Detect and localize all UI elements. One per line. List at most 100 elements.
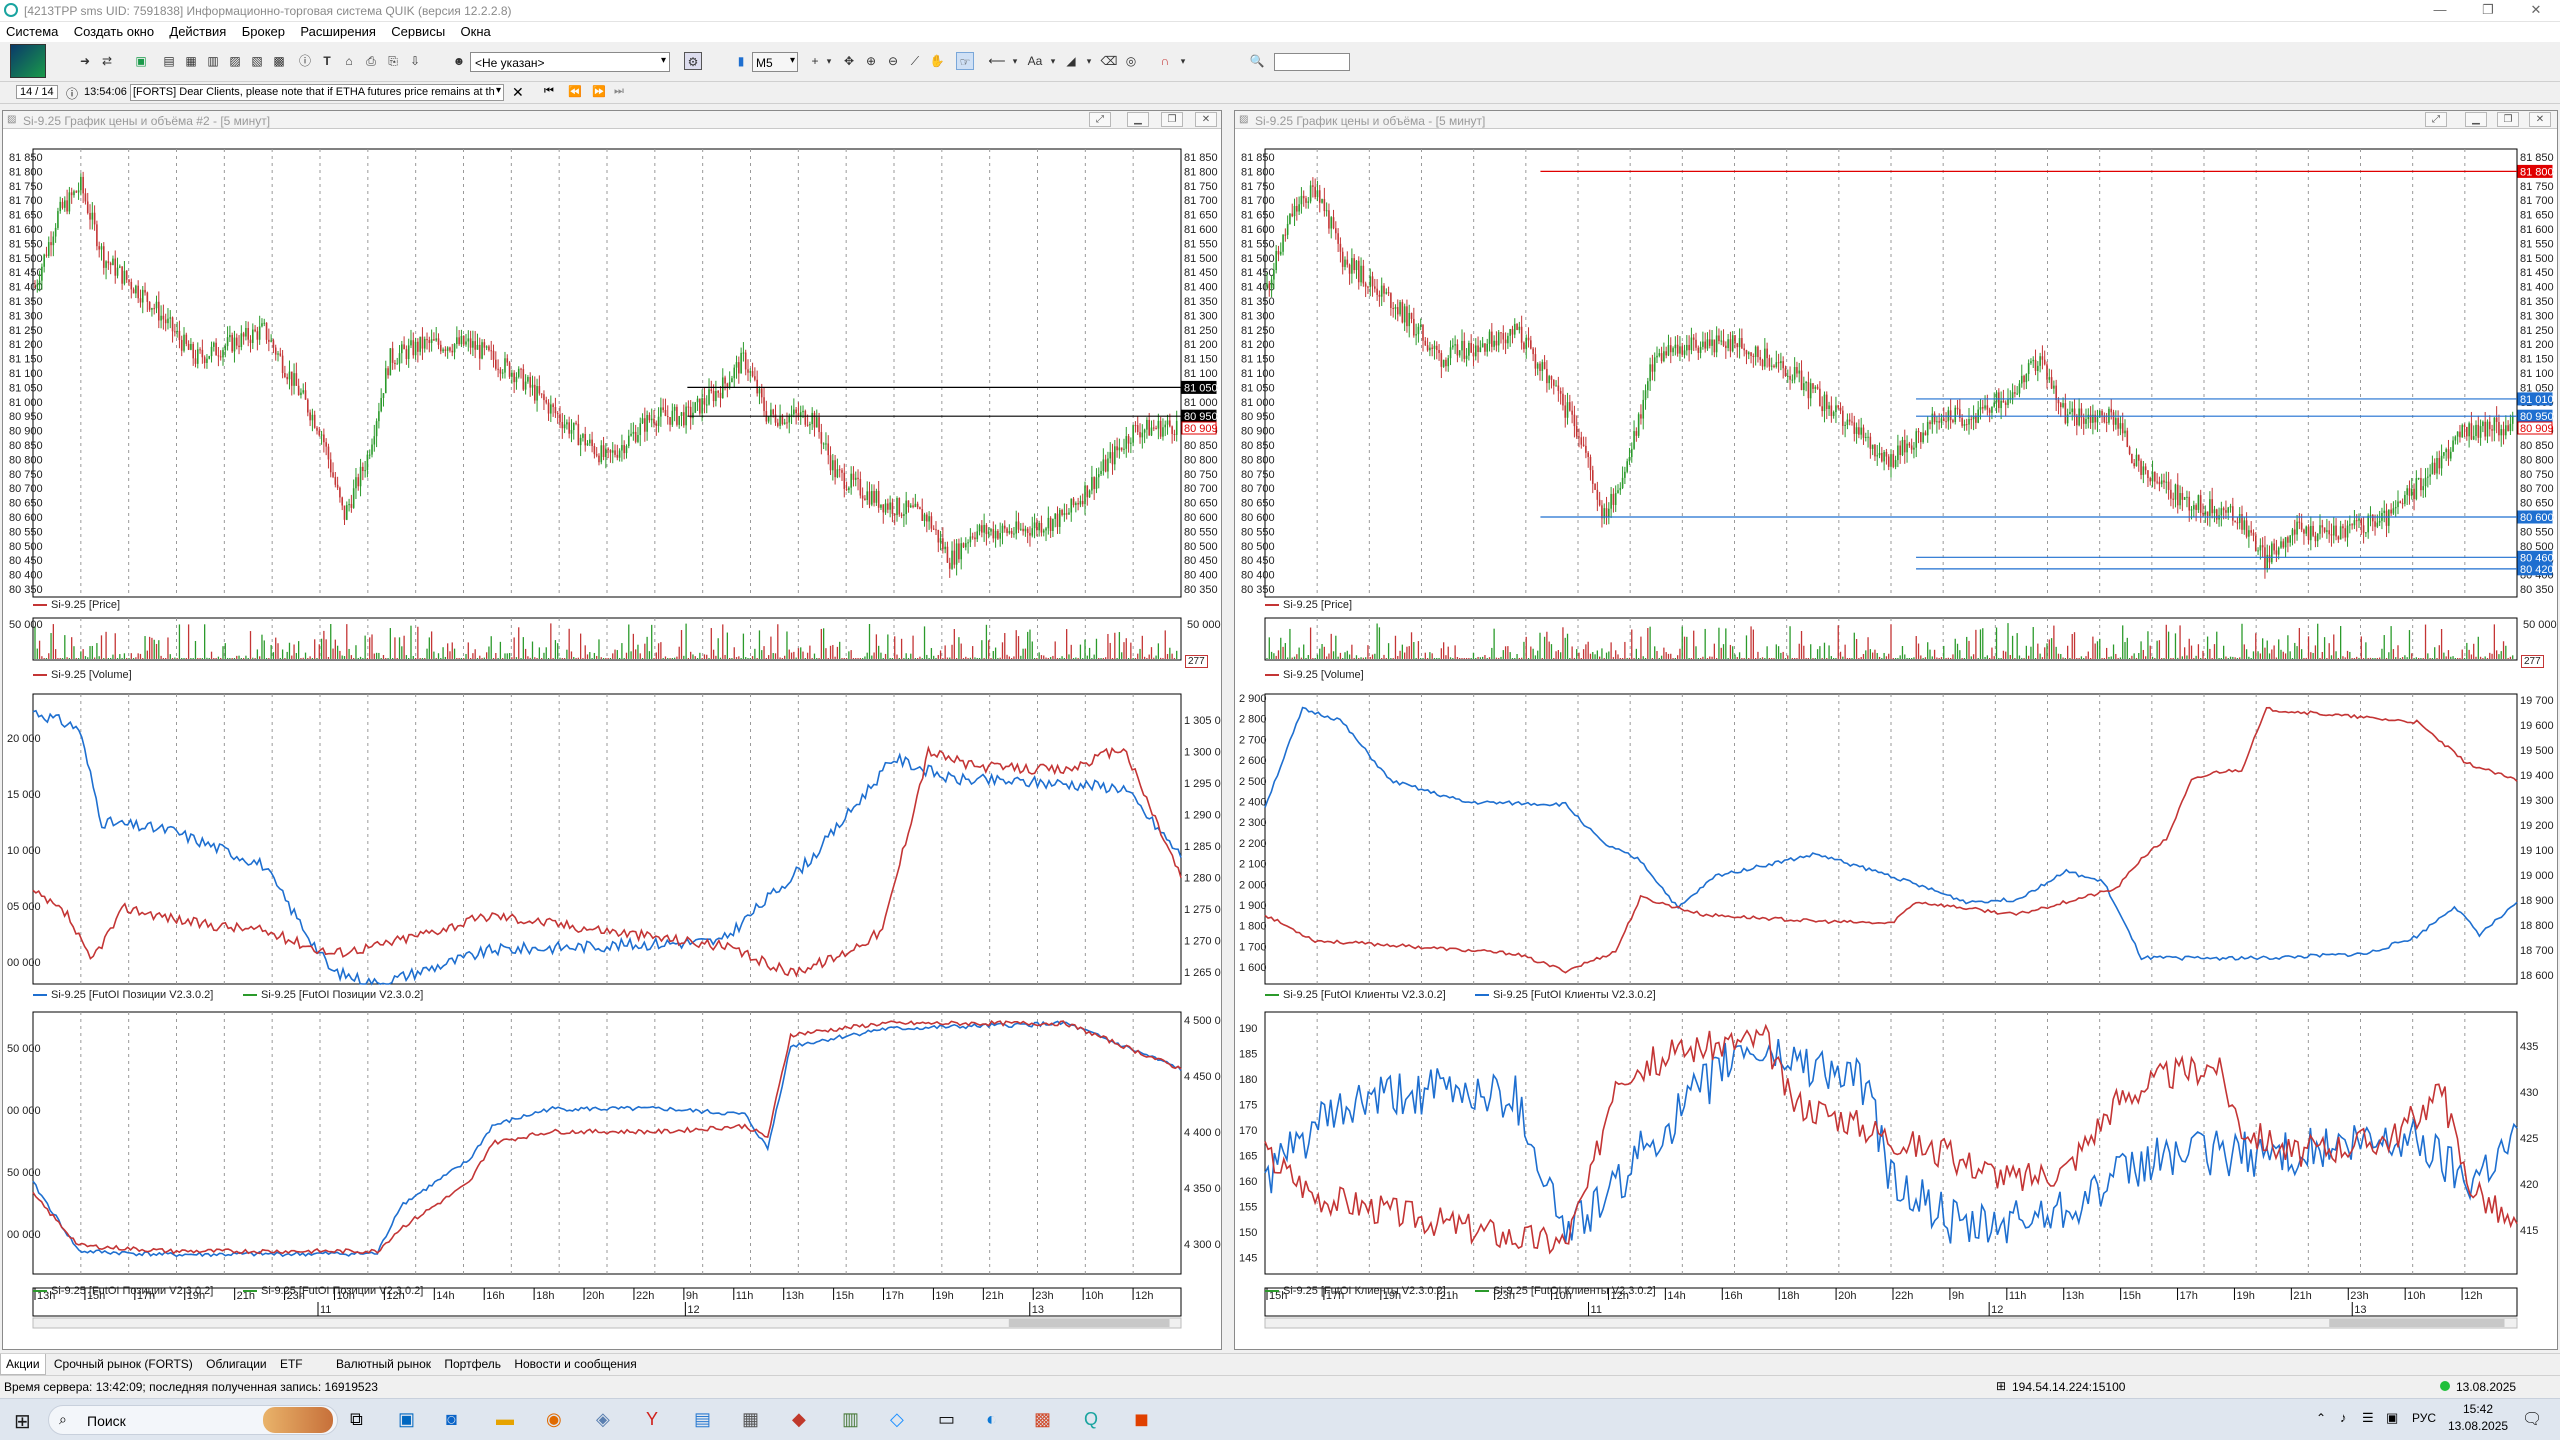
draw-line-icon[interactable]: ⟋ [906, 52, 924, 70]
task-view-icon[interactable]: ⧉ [350, 1409, 363, 1430]
right-chart-window[interactable]: ▨ Si-9.25 График цены и объёма - [5 мину… [1234, 110, 2558, 1350]
app-icon-9[interactable]: ◆ [792, 1409, 806, 1430]
app-icon-10[interactable]: ▥ [842, 1409, 859, 1430]
taskbar-search-box[interactable]: ⌕ Поиск [48, 1405, 338, 1435]
font-tool-icon[interactable]: Aa [1024, 52, 1046, 70]
news-select[interactable]: [FORTS] Dear Clients, please note that i… [130, 84, 504, 101]
magnet-icon[interactable]: ∩ [1156, 52, 1174, 70]
tab-stocks[interactable]: Акции [0, 1354, 46, 1375]
app-icon-14[interactable]: ▩ [1034, 1409, 1051, 1430]
chart-window-icon[interactable]: ▨ [226, 52, 244, 70]
app-icon-16[interactable]: ◼ [1134, 1409, 1149, 1430]
zoom-in-icon[interactable]: ⊕ [862, 52, 880, 70]
search-input[interactable] [1274, 53, 1350, 71]
tab-news[interactable]: Новости и сообщения [509, 1354, 641, 1374]
menu-actions[interactable]: Действия [163, 22, 232, 41]
app-icon-8[interactable]: ▦ [742, 1409, 759, 1430]
window-minimize-button[interactable]: ▁ [1127, 112, 1149, 127]
arrow-left-icon[interactable]: ⟵ [988, 52, 1006, 70]
account-select[interactable]: <Не указан> ▾ [470, 52, 670, 72]
maximize-button[interactable]: ❐ [2473, 2, 2503, 20]
lock-icon[interactable]: ⌂ [340, 52, 358, 70]
last-news-icon[interactable]: ⏭ [614, 85, 624, 98]
arrow-right-icon[interactable]: ➜ [76, 52, 94, 70]
tab-portfolio[interactable]: Портфель [439, 1354, 506, 1374]
quik-logo-icon[interactable] [10, 44, 46, 78]
pan-hand-icon[interactable]: ✋ [928, 52, 946, 70]
new-window-icon[interactable]: ▣ [132, 52, 150, 70]
window-restore-button[interactable]: ❐ [2497, 112, 2519, 127]
order-book-icon[interactable]: ▥ [204, 52, 222, 70]
text-tool-icon[interactable]: T [318, 52, 336, 70]
orders-icon[interactable]: ▧ [248, 52, 266, 70]
right-chart-canvas[interactable]: 81 850 81 850 81 800 81 800 81 750 81 750 81 7… [1235, 130, 2557, 1350]
chevron-down-icon[interactable]: ▾ [1080, 52, 1098, 70]
tab-etf[interactable]: ETF [275, 1354, 308, 1374]
outlook-app-icon[interactable]: ◙ [446, 1409, 457, 1430]
info-icon[interactable]: ⓘ [296, 52, 314, 70]
chevron-down-icon[interactable]: ▾ [1174, 52, 1192, 70]
chevron-down-icon[interactable]: ▾ [1044, 52, 1062, 70]
language-indicator[interactable]: РУС [2412, 1411, 2436, 1425]
select-hand-icon[interactable]: ☞ [956, 52, 974, 70]
yandex-app-icon[interactable]: Y [646, 1409, 658, 1430]
left-chart-canvas[interactable]: 81 850 81 850 81 800 81 800 81 750 81 750 81 7… [3, 130, 1221, 1350]
connect-icon[interactable]: ⇄ [98, 52, 116, 70]
table-icon[interactable]: ▤ [160, 52, 178, 70]
menu-broker[interactable]: Брокер [236, 22, 291, 41]
account-settings-icon[interactable]: ⚙ [684, 52, 702, 70]
menu-windows[interactable]: Окна [455, 22, 497, 41]
prev-news-icon[interactable]: ⏪ [568, 85, 582, 98]
export-icon[interactable]: ⇩ [406, 52, 424, 70]
marker-icon[interactable]: ◢ [1062, 52, 1080, 70]
app-icon-7[interactable]: ▤ [694, 1409, 711, 1430]
network-tray-icon[interactable]: ☰ [2362, 1410, 2374, 1426]
window-close-button[interactable]: ✕ [1195, 112, 1217, 127]
tray-chevron-up-icon[interactable]: ⌃ [2316, 1411, 2326, 1425]
notifications-icon[interactable]: 🗨 [2522, 1409, 2542, 1429]
minimize-button[interactable]: — [2425, 2, 2455, 20]
zoom-out-icon[interactable]: ⊖ [884, 52, 902, 70]
tab-forts[interactable]: Срочный рынок (FORTS) [49, 1354, 198, 1374]
zoom-icon[interactable]: ⤢ [2425, 112, 2447, 127]
eraser-icon[interactable]: ⌫ [1100, 52, 1118, 70]
terminal-app-icon[interactable]: ▭ [938, 1409, 955, 1430]
left-chart-window[interactable]: ▨ Si-9.25 График цены и объёма #2 - [5 м… [2, 110, 1222, 1350]
explorer-app-icon[interactable]: ▬ [496, 1409, 514, 1430]
tab-currency[interactable]: Валютный рынок [331, 1354, 436, 1374]
store-app-icon[interactable]: ▣ [398, 1409, 415, 1430]
menu-services[interactable]: Сервисы [385, 22, 451, 41]
move-icon[interactable]: ✥ [840, 52, 858, 70]
edge-app-icon[interactable]: ◐ [986, 1409, 997, 1430]
print-icon[interactable]: ⎙ [362, 52, 380, 70]
app-icon-11[interactable]: ◇ [890, 1409, 904, 1430]
close-button[interactable]: ✕ [2521, 2, 2551, 20]
table2-icon[interactable]: ▦ [182, 52, 200, 70]
window-close-button[interactable]: ✕ [2529, 112, 2551, 127]
close-news-icon[interactable]: ✕ [512, 84, 524, 101]
speaker-icon[interactable]: ♪ [2340, 1410, 2347, 1425]
clock-date[interactable]: 13.08.2025 [2448, 1419, 2508, 1433]
menu-system[interactable]: Система [0, 22, 64, 41]
bar-chart-icon[interactable]: ▮ [732, 52, 750, 70]
print-preview-icon[interactable]: ⎘ [384, 52, 402, 70]
chevron-down-icon[interactable]: ▾ [1006, 52, 1024, 70]
window-minimize-button[interactable]: ▁ [2465, 112, 2487, 127]
clock-time[interactable]: 15:42 [2448, 1402, 2508, 1416]
window-restore-button[interactable]: ❐ [1161, 112, 1183, 127]
next-news-icon[interactable]: ⏩ [592, 85, 606, 98]
zoom-icon[interactable]: ⤢ [1089, 112, 1111, 127]
chevron-down-icon[interactable]: ▾ [820, 52, 838, 70]
quik-taskbar-icon[interactable]: Q [1084, 1409, 1098, 1430]
indicator-icon[interactable]: ◎ [1122, 52, 1140, 70]
trades-icon[interactable]: ▩ [270, 52, 288, 70]
tab-bonds[interactable]: Облигации [201, 1354, 271, 1374]
windows-start-icon[interactable]: ⊞ [14, 1409, 31, 1434]
menu-create-window[interactable]: Создать окно [68, 22, 160, 41]
browser-app-icon[interactable]: ◉ [546, 1409, 562, 1430]
menu-extensions[interactable]: Расширения [294, 22, 382, 41]
tray-app-icon[interactable]: ▣ [2386, 1410, 2398, 1426]
app-icon-5[interactable]: ◈ [596, 1409, 610, 1430]
first-news-icon[interactable]: ⏮ [544, 85, 554, 98]
interval-select[interactable]: M5 ▾ [752, 52, 798, 72]
